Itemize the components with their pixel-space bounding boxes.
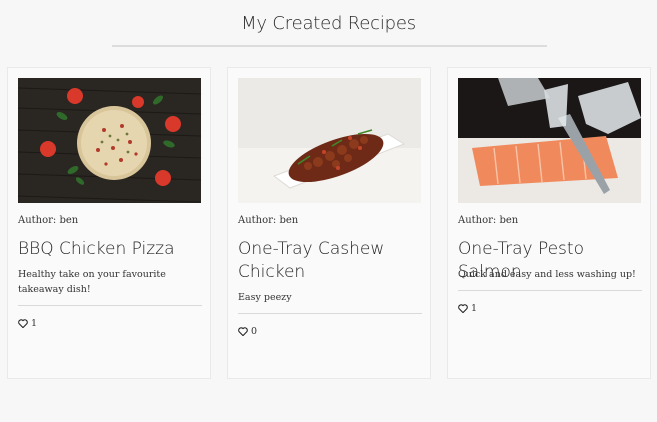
recipe-image[interactable] [238,78,421,203]
like-button[interactable]: 1 [458,303,477,314]
recipe-author: Author: ben [458,215,519,226]
recipe-image[interactable] [458,78,641,203]
recipe-title[interactable]: One-Tray Cashew Chicken [238,238,424,284]
recipe-description: Easy peezy [238,292,292,303]
card-divider [238,313,422,314]
recipe-description: Healthy take on your favourite takeaway … [18,269,166,295]
title-underline [112,45,547,47]
card-divider [458,290,642,291]
recipe-card[interactable]: Author: ben One-Tray Cashew Chicken Easy… [227,67,431,379]
like-count: 1 [471,303,478,314]
recipe-card[interactable]: Author: ben One-Tray Pesto Salmon Quick … [447,67,651,379]
page-title: My Created Recipes [241,13,416,34]
recipe-author: Author: ben [18,215,79,226]
heart-icon[interactable] [458,304,468,313]
heart-icon[interactable] [238,327,248,336]
pizza-photo [18,78,201,203]
like-button[interactable]: 0 [238,326,257,337]
heart-icon[interactable] [18,319,28,328]
like-count: 0 [251,326,258,337]
recipe-description: Quick and easy and less washing up! [458,269,636,280]
salmon-photo [458,78,641,203]
recipe-author: Author: ben [238,215,299,226]
page: My Created Recipes Author: ben BBQ Chick… [0,0,657,422]
recipe-title[interactable]: BBQ Chicken Pizza [18,238,204,261]
recipe-card[interactable]: Author: ben BBQ Chicken Pizza Healthy ta… [7,67,211,379]
recipe-image[interactable] [18,78,201,203]
cashew-chicken-photo [238,78,421,203]
like-count: 1 [31,318,38,329]
like-button[interactable]: 1 [18,318,37,329]
card-divider [18,305,202,306]
